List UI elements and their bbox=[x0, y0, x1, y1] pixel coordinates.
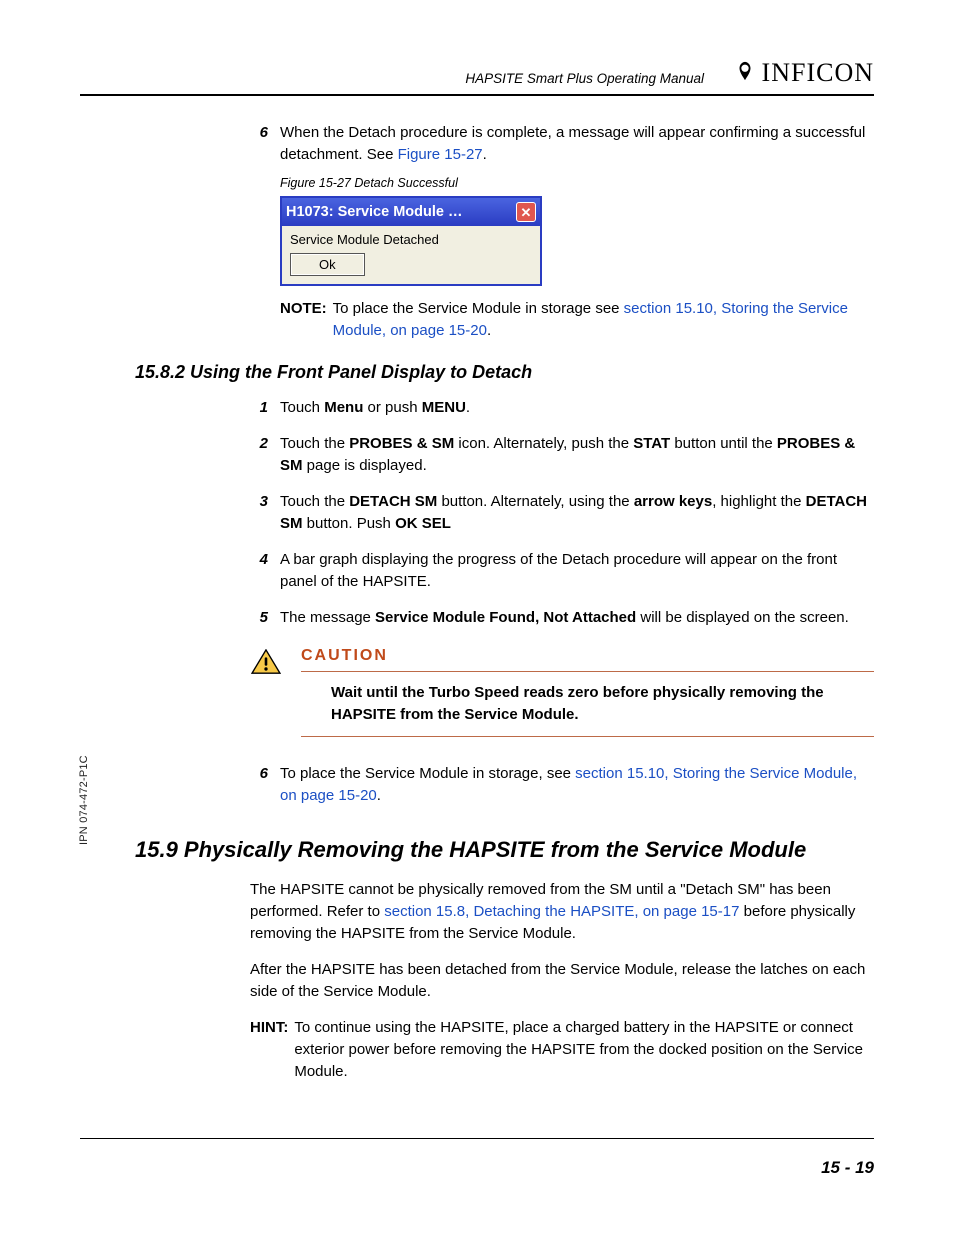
hint-text: To continue using the HAPSITE, place a c… bbox=[294, 1017, 874, 1083]
text: . bbox=[483, 146, 487, 163]
text-bold: Service Module Found, Not Attached bbox=[375, 609, 636, 626]
heading-15-8-2: 15.8.2 Using the Front Panel Display to … bbox=[135, 362, 874, 383]
section-xref[interactable]: section 15.8, Detaching the HAPSITE, on … bbox=[384, 903, 739, 920]
text: button. Push bbox=[303, 515, 396, 532]
text-bold: PROBES & SM bbox=[349, 435, 454, 452]
step-number: 2 bbox=[250, 433, 280, 477]
step-number: 4 bbox=[250, 549, 280, 593]
figure-15-27: Figure 15-27 Detach Successful H1073: Se… bbox=[280, 176, 874, 286]
step-body: When the Detach procedure is complete, a… bbox=[280, 122, 874, 166]
text-bold: OK SEL bbox=[395, 515, 451, 532]
step-number: 6 bbox=[250, 122, 280, 166]
footer-rule bbox=[80, 1138, 874, 1139]
text: . bbox=[377, 787, 381, 804]
step-number: 6 bbox=[250, 763, 280, 807]
caution-text: Wait until the Turbo Speed reads zero be… bbox=[331, 682, 874, 726]
manual-title: HAPSITE Smart Plus Operating Manual bbox=[465, 71, 704, 86]
text-bold: arrow keys bbox=[634, 493, 712, 510]
step-5: 5 The message Service Module Found, Not … bbox=[250, 607, 874, 629]
text: . bbox=[466, 399, 470, 416]
figure-caption: Figure 15-27 Detach Successful bbox=[280, 176, 874, 190]
step-1: 1 Touch Menu or push MENU. bbox=[250, 397, 874, 419]
text: When the Detach procedure is complete, a… bbox=[280, 124, 865, 163]
ipn-code: IPN 074-472-P1C bbox=[78, 755, 90, 845]
step-body: A bar graph displaying the progress of t… bbox=[280, 549, 874, 593]
text: button until the bbox=[670, 435, 777, 452]
text-bold: MENU bbox=[422, 399, 466, 416]
paragraph: After the HAPSITE has been detached from… bbox=[250, 959, 874, 1003]
dialog-message: Service Module Detached bbox=[290, 232, 534, 247]
hint-block: HINT: To continue using the HAPSITE, pla… bbox=[250, 1017, 874, 1083]
text-bold: DETACH SM bbox=[349, 493, 437, 510]
step-body: Touch the PROBES & SM icon. Alternately,… bbox=[280, 433, 874, 477]
text-bold: Menu bbox=[324, 399, 363, 416]
step-body: The message Service Module Found, Not At… bbox=[280, 607, 874, 629]
text: To place the Service Module in storage s… bbox=[333, 300, 624, 317]
brand-name: INFICON bbox=[762, 58, 874, 88]
text-bold: STAT bbox=[633, 435, 670, 452]
page-number: 15 - 19 bbox=[821, 1158, 874, 1178]
divider bbox=[301, 671, 874, 672]
text: or push bbox=[363, 399, 421, 416]
dialog-titlebar: H1073: Service Module … ✕ bbox=[282, 198, 540, 226]
step-2: 2 Touch the PROBES & SM icon. Alternatel… bbox=[250, 433, 874, 477]
step-number: 1 bbox=[250, 397, 280, 419]
brand-block: INFICON bbox=[734, 58, 874, 88]
text: , highlight the bbox=[712, 493, 805, 510]
text: page is displayed. bbox=[303, 457, 427, 474]
text: Touch bbox=[280, 399, 324, 416]
brand-logo-icon bbox=[734, 59, 756, 88]
ok-button[interactable]: Ok bbox=[290, 253, 365, 276]
divider bbox=[301, 736, 874, 737]
note-block: NOTE: To place the Service Module in sto… bbox=[280, 298, 874, 342]
text: . bbox=[487, 322, 491, 339]
heading-15-9: 15.9 Physically Removing the HAPSITE fro… bbox=[135, 837, 874, 863]
text: button. Alternately, using the bbox=[437, 493, 634, 510]
close-icon[interactable]: ✕ bbox=[516, 202, 536, 222]
hint-label: HINT: bbox=[250, 1017, 294, 1083]
caution-heading: CAUTION bbox=[301, 647, 874, 665]
step-4: 4 A bar graph displaying the progress of… bbox=[250, 549, 874, 593]
paragraph: The HAPSITE cannot be physically removed… bbox=[250, 879, 874, 945]
caution-icon bbox=[251, 647, 287, 747]
step-6: 6 To place the Service Module in storage… bbox=[250, 763, 874, 807]
step-3: 3 Touch the DETACH SM button. Alternatel… bbox=[250, 491, 874, 535]
text: Touch the bbox=[280, 435, 349, 452]
dialog-box: H1073: Service Module … ✕ Service Module… bbox=[280, 196, 542, 286]
text: The message bbox=[280, 609, 375, 626]
step-body: Touch Menu or push MENU. bbox=[280, 397, 874, 419]
step-number: 3 bbox=[250, 491, 280, 535]
step-6-top: 6 When the Detach procedure is complete,… bbox=[250, 122, 874, 166]
text: Touch the bbox=[280, 493, 349, 510]
note-label: NOTE: bbox=[280, 298, 333, 342]
caution-block: CAUTION Wait until the Turbo Speed reads… bbox=[251, 647, 874, 747]
note-body: To place the Service Module in storage s… bbox=[333, 298, 874, 342]
figure-xref[interactable]: Figure 15-27 bbox=[398, 146, 483, 163]
text: will be displayed on the screen. bbox=[636, 609, 849, 626]
header-rule bbox=[80, 94, 874, 96]
step-body: Touch the DETACH SM button. Alternately,… bbox=[280, 491, 874, 535]
text: icon. Alternately, push the bbox=[454, 435, 633, 452]
text: To place the Service Module in storage, … bbox=[280, 765, 575, 782]
step-number: 5 bbox=[250, 607, 280, 629]
step-body: To place the Service Module in storage, … bbox=[280, 763, 874, 807]
dialog-title: H1073: Service Module … bbox=[286, 204, 463, 220]
